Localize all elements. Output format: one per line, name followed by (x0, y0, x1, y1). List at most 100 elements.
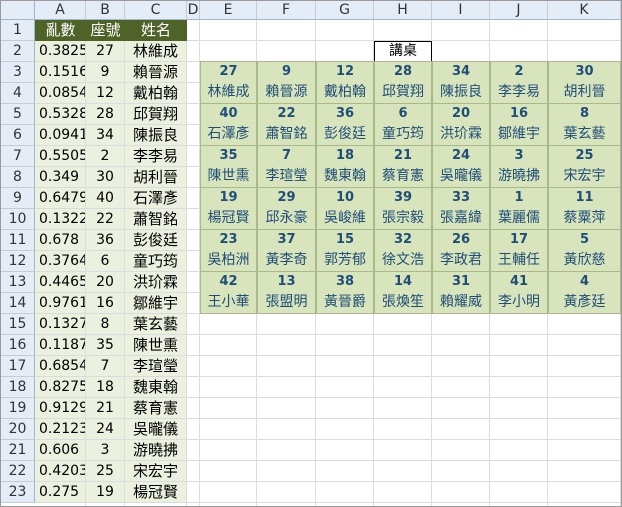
row-header-19[interactable]: 19 (1, 398, 35, 419)
seat-block[interactable]: 27 林維成 (200, 61, 257, 104)
seat-block[interactable]: 22 蕭智銘 (257, 103, 316, 146)
random-number-cell[interactable]: 0.5328 (35, 104, 85, 124)
seat-block[interactable]: 13 張盟明 (257, 271, 316, 314)
random-number-cell[interactable]: 0.6479 (35, 188, 85, 208)
seat-block[interactable]: 5 黃欣慈 (548, 229, 621, 272)
row-header-5[interactable]: 5 (1, 104, 35, 125)
student-name-cell[interactable]: 林維成 (125, 41, 186, 61)
random-number-cell[interactable]: 0.3825 (35, 41, 85, 61)
seat-block[interactable]: 6 童巧筠 (374, 103, 432, 146)
seat-block[interactable]: 31 賴耀威 (432, 271, 490, 314)
seat-block[interactable]: 25 宋宏宇 (548, 145, 621, 188)
seat-block[interactable]: 29 邱永豪 (257, 187, 316, 230)
seat-number-cell[interactable]: 19 (86, 482, 124, 502)
random-number-cell[interactable]: 0.0854 (35, 83, 85, 103)
column-header-c[interactable]: C (125, 1, 187, 20)
seat-block[interactable]: 7 李瑄瑩 (257, 145, 316, 188)
table-header-cell[interactable]: 座號 (86, 20, 125, 41)
seat-block[interactable]: 12 戴柏翰 (316, 61, 374, 104)
student-name-cell[interactable]: 賴晉源 (125, 62, 186, 82)
student-name-cell[interactable]: 彭俊廷 (125, 230, 186, 250)
column-header-i[interactable]: I (432, 1, 490, 20)
random-number-cell[interactable]: 0.678 (35, 230, 85, 250)
select-all-corner[interactable] (1, 1, 35, 20)
student-name-cell[interactable]: 童巧筠 (125, 251, 186, 271)
random-number-cell[interactable]: 0.349 (35, 167, 85, 187)
seat-block[interactable]: 15 郭芳郁 (316, 229, 374, 272)
random-number-cell[interactable]: 0.2123 (35, 419, 85, 439)
student-name-cell[interactable]: 鄒維宇 (125, 293, 186, 313)
row-header-12[interactable]: 12 (1, 251, 35, 272)
seat-block[interactable]: 2 李李易 (490, 61, 548, 104)
row-header-3[interactable]: 3 (1, 62, 35, 83)
student-name-cell[interactable]: 陳世熏 (125, 335, 186, 355)
seat-number-cell[interactable]: 2 (86, 146, 124, 166)
student-name-cell[interactable]: 蔡育憲 (125, 398, 186, 418)
column-header-e[interactable]: E (200, 1, 257, 20)
row-header-13[interactable]: 13 (1, 272, 35, 293)
random-number-cell[interactable]: 0.606 (35, 440, 85, 460)
row-header-14[interactable]: 14 (1, 293, 35, 314)
column-header-b[interactable]: B (86, 1, 125, 20)
seat-block[interactable]: 9 賴晉源 (257, 61, 316, 104)
column-header-j[interactable]: J (490, 1, 548, 20)
seat-number-cell[interactable]: 27 (86, 41, 124, 61)
student-name-cell[interactable]: 洪玠霖 (125, 272, 186, 292)
seat-number-cell[interactable]: 9 (86, 62, 124, 82)
seat-block[interactable]: 28 邱賀翔 (374, 61, 432, 104)
random-number-cell[interactable]: 0.1187 (35, 335, 85, 355)
seat-block[interactable]: 18 魏東翰 (316, 145, 374, 188)
row-header-18[interactable]: 18 (1, 377, 35, 398)
random-number-cell[interactable]: 0.8275 (35, 377, 85, 397)
student-name-cell[interactable]: 胡利晉 (125, 167, 186, 187)
column-header-a[interactable]: A (35, 1, 86, 20)
seat-number-cell[interactable]: 35 (86, 335, 124, 355)
student-name-cell[interactable]: 陳振良 (125, 125, 186, 145)
seat-block[interactable]: 37 黃李奇 (257, 229, 316, 272)
seat-block[interactable]: 1 葉麗儒 (490, 187, 548, 230)
row-header-4[interactable]: 4 (1, 83, 35, 104)
seat-block[interactable]: 38 黃晉爵 (316, 271, 374, 314)
seat-number-cell[interactable]: 34 (86, 125, 124, 145)
row-header-21[interactable]: 21 (1, 440, 35, 461)
column-header-g[interactable]: G (316, 1, 374, 20)
row-header-20[interactable]: 20 (1, 419, 35, 440)
row-header-7[interactable]: 7 (1, 146, 35, 167)
row-header-15[interactable]: 15 (1, 314, 35, 335)
seat-block[interactable]: 4 黃彥廷 (548, 271, 621, 314)
seat-block[interactable]: 34 陳振良 (432, 61, 490, 104)
seat-block[interactable]: 40 石澤彥 (200, 103, 257, 146)
seat-block[interactable]: 21 蔡育憲 (374, 145, 432, 188)
student-name-cell[interactable]: 葉玄藝 (125, 314, 186, 334)
student-name-cell[interactable]: 蕭智銘 (125, 209, 186, 229)
student-name-cell[interactable]: 宋宏宇 (125, 461, 186, 481)
seat-block[interactable]: 26 李政君 (432, 229, 490, 272)
row-header-2[interactable]: 2 (1, 41, 35, 62)
seat-number-cell[interactable]: 8 (86, 314, 124, 334)
student-name-cell[interactable]: 魏東翰 (125, 377, 186, 397)
row-header-1[interactable]: 1 (1, 20, 35, 41)
seat-number-cell[interactable]: 12 (86, 83, 124, 103)
student-name-cell[interactable]: 邱賀翔 (125, 104, 186, 124)
seat-block[interactable]: 17 王輔任 (490, 229, 548, 272)
random-number-cell[interactable]: 0.5505 (35, 146, 85, 166)
student-name-cell[interactable]: 楊冠賢 (125, 482, 186, 502)
student-name-cell[interactable]: 李李易 (125, 146, 186, 166)
seat-number-cell[interactable]: 18 (86, 377, 124, 397)
seat-number-cell[interactable]: 21 (86, 398, 124, 418)
seat-block[interactable]: 11 蔡粟萍 (548, 187, 621, 230)
student-name-cell[interactable]: 吳曨儀 (125, 419, 186, 439)
seat-block[interactable]: 16 鄒維宇 (490, 103, 548, 146)
spreadsheet[interactable]: A B C D E F G H I J K 1 2 3 4 5 6 7 8 9 10 11 12 13 14 15 16 17 18 19… (0, 0, 622, 507)
seat-block[interactable]: 20 洪玠霖 (432, 103, 490, 146)
random-number-cell[interactable]: 0.1322 (35, 209, 85, 229)
seat-block[interactable]: 30 胡利晉 (548, 61, 621, 104)
student-name-cell[interactable]: 游曉拂 (125, 440, 186, 460)
seat-block[interactable]: 36 彭俊廷 (316, 103, 374, 146)
column-header-k[interactable]: K (548, 1, 621, 20)
row-header-9[interactable]: 9 (1, 188, 35, 209)
seat-block[interactable]: 39 張宗毅 (374, 187, 432, 230)
seat-block[interactable]: 41 李小明 (490, 271, 548, 314)
row-header-11[interactable]: 11 (1, 230, 35, 251)
seat-block[interactable]: 8 葉玄藝 (548, 103, 621, 146)
